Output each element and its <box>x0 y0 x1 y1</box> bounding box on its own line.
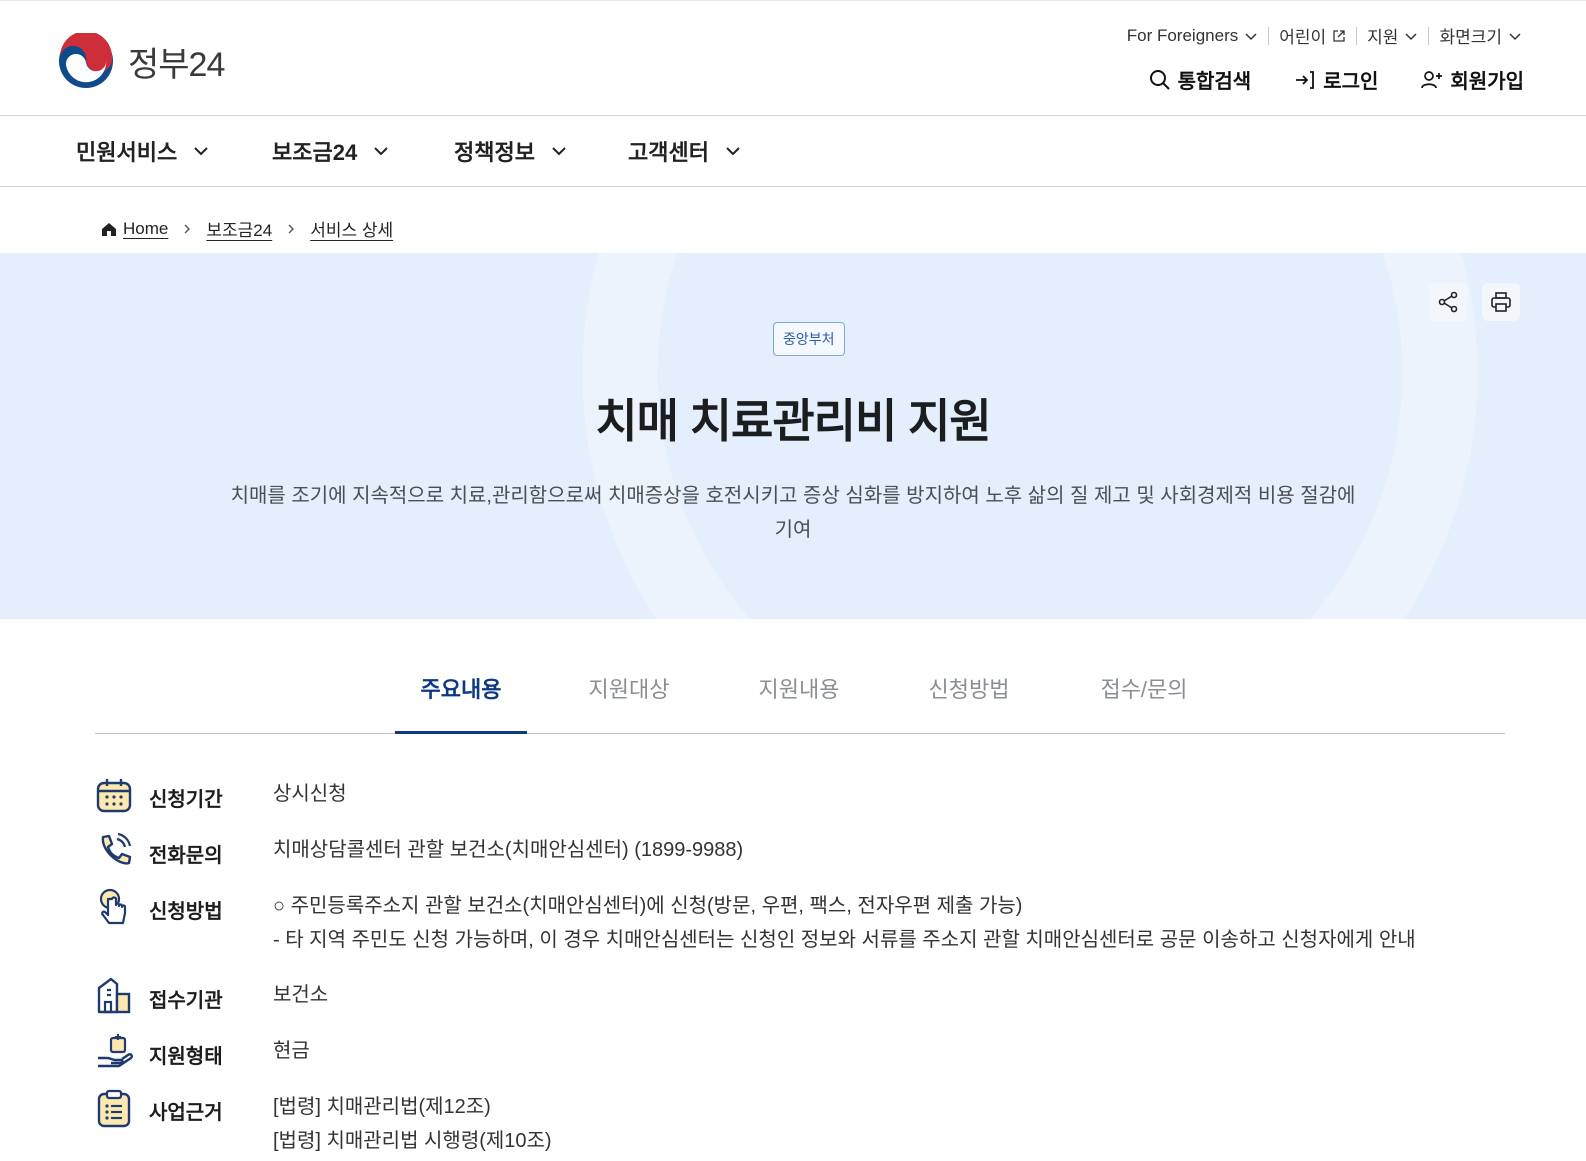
info-label: 전화문의 <box>149 845 223 867</box>
chevron-down-icon <box>1509 32 1521 40</box>
nav-item-customer-center[interactable]: 고객센터 <box>628 116 743 186</box>
screen-size-label: 화면크기 <box>1439 28 1502 47</box>
tab-main-content[interactable]: 주요내용 <box>395 660 527 734</box>
service-hero: 중앙부처 치매 치료관리비 지원 치매를 조기에 지속적으로 치료,관리함으로써… <box>0 253 1586 619</box>
chevron-right-icon <box>288 224 295 233</box>
description-line: 치매를 조기에 지속적으로 치료,관리함으로써 치매증상을 호전시키고 증상 심… <box>230 485 1356 507</box>
site-header: 정부24 For Foreigners 어린이 지원 화면크기 통합검색 로그인… <box>0 0 1586 116</box>
clipboard-list-icon <box>97 1089 131 1128</box>
info-row-method: 신청방법 ○ 주민등록주소지 관할 보건소(치매안심센터)에 신청(방문, 우편… <box>95 887 1416 951</box>
chevron-down-icon <box>194 147 208 156</box>
support-label: 지원 <box>1367 28 1399 47</box>
support-menu[interactable]: 지원 <box>1357 23 1428 48</box>
kids-label: 어린이 <box>1279 28 1327 47</box>
info-row-phone: 전화문의 치매상담콜센터 관할 보건소(치매안심센터) (1899-9988) <box>95 831 743 871</box>
nav-item-label: 고객센터 <box>628 140 709 165</box>
info-row-basis: 사업근거 [법령] 치매관리법(제12조) [법령] 치매관리법 시행령(제10… <box>95 1088 552 1152</box>
tab-benefits[interactable]: 지원내용 <box>739 660 859 734</box>
foreigners-label: For Foreigners <box>1126 25 1239 45</box>
chevron-down-icon <box>552 147 566 156</box>
breadcrumb: Home 보조금24 서비스 상세 <box>100 216 393 241</box>
taegeuk-logo-icon <box>59 33 113 88</box>
tab-application-method[interactable]: 신청방법 <box>909 660 1029 734</box>
info-value: 치매상담콜센터 관할 보건소(치매안심센터) (1899-9988) <box>273 839 744 861</box>
info-value: [법령] 치매관리법(제12조) [법령] 치매관리법 시행령(제10조) <box>273 1090 552 1158</box>
category-badge: 중앙부처 <box>773 322 845 356</box>
signup-button[interactable]: 회원가입 <box>1420 65 1524 94</box>
info-row-type: 지원형태 현금 <box>95 1032 310 1072</box>
nav-item-label: 정책정보 <box>454 140 535 165</box>
chevron-down-icon <box>1405 32 1417 40</box>
home-icon <box>102 222 116 236</box>
info-value: 상시신청 <box>273 783 347 805</box>
search-icon <box>1149 69 1170 90</box>
foreigners-menu[interactable]: For Foreigners <box>1117 26 1268 46</box>
search-label: 통합검색 <box>1177 71 1252 93</box>
header-actions: 통합검색 로그인 회원가입 <box>1148 65 1524 94</box>
site-logo[interactable]: 정부24 <box>58 33 225 89</box>
chevron-down-icon <box>726 147 740 156</box>
breadcrumb-home-label: Home <box>123 218 169 238</box>
service-description: 치매를 조기에 지속적으로 치료,관리함으로써 치매증상을 호전시키고 증상 심… <box>218 479 1368 547</box>
content-tabs: 주요내용 지원대상 지원내용 신청방법 접수/문의 <box>95 660 1505 734</box>
main-navigation: 민원서비스 보조금24 정책정보 고객센터 <box>0 116 1586 187</box>
breadcrumb-service-detail[interactable]: 서비스 상세 <box>310 216 393 241</box>
utility-menu: For Foreigners 어린이 지원 화면크기 <box>1117 23 1532 48</box>
screen-size-menu[interactable]: 화면크기 <box>1429 23 1532 48</box>
logo-text: 정부24 <box>128 45 225 84</box>
info-label: 접수기관 <box>149 990 223 1012</box>
chevron-down-icon <box>374 147 388 156</box>
info-label: 신청기간 <box>149 789 223 811</box>
nav-item-label: 보조금24 <box>272 140 358 165</box>
chevron-down-icon <box>1245 32 1257 40</box>
login-icon <box>1296 70 1315 89</box>
signup-label: 회원가입 <box>1450 71 1524 93</box>
breadcrumb-subsidy24[interactable]: 보조금24 <box>206 216 272 241</box>
external-link-icon <box>1333 29 1345 42</box>
info-value-line: ○ 주민등록주소지 관할 보건소(치매안심센터)에 신청(방문, 우편, 팩스,… <box>273 895 1023 917</box>
login-button[interactable]: 로그인 <box>1293 65 1378 94</box>
info-value-line: - 타 지역 주민도 신청 가능하며, 이 경우 치매안심센터는 신청인 정보와… <box>273 929 1416 951</box>
cash-hand-icon <box>98 1034 133 1068</box>
nav-item-policy-info[interactable]: 정책정보 <box>454 116 569 186</box>
add-user-icon <box>1421 70 1443 88</box>
info-label: 사업근거 <box>149 1102 223 1124</box>
info-label: 신청방법 <box>149 901 223 923</box>
tap-hand-icon <box>99 888 127 925</box>
search-button[interactable]: 통합검색 <box>1148 65 1252 94</box>
nav-item-label: 민원서비스 <box>76 140 178 165</box>
share-button[interactable] <box>1429 283 1467 321</box>
login-label: 로그인 <box>1323 71 1379 93</box>
info-row-period: 신청기간 상시신청 <box>95 775 347 815</box>
building-icon <box>97 977 131 1014</box>
nav-item-subsidy24[interactable]: 보조금24 <box>272 116 391 186</box>
nav-item-civil-service[interactable]: 민원서비스 <box>76 116 211 186</box>
phone-icon <box>101 832 132 865</box>
breadcrumb-home[interactable]: Home <box>100 219 168 239</box>
calendar-icon <box>96 779 132 813</box>
print-icon <box>1491 292 1511 312</box>
description-line: 기여 <box>774 519 812 541</box>
info-value: 현금 <box>273 1040 310 1062</box>
kids-link[interactable]: 어린이 <box>1269 23 1356 48</box>
print-button[interactable] <box>1482 283 1520 321</box>
share-icon <box>1438 291 1458 313</box>
info-value: 보건소 <box>273 984 329 1006</box>
info-value-line: [법령] 치매관리법 시행령(제10조) <box>273 1130 552 1152</box>
info-value-line: [법령] 치매관리법(제12조) <box>273 1096 491 1118</box>
tab-eligibility[interactable]: 지원대상 <box>569 660 689 734</box>
tab-reception-contact[interactable]: 접수/문의 <box>1079 660 1209 734</box>
info-value: ○ 주민등록주소지 관할 보건소(치매안심센터)에 신청(방문, 우편, 팩스,… <box>273 889 1416 957</box>
chevron-right-icon <box>184 224 191 233</box>
info-row-agency: 접수기관 보건소 <box>95 976 328 1016</box>
info-label: 지원형태 <box>149 1046 223 1068</box>
page-title: 치매 치료관리비 지원 <box>595 395 991 447</box>
